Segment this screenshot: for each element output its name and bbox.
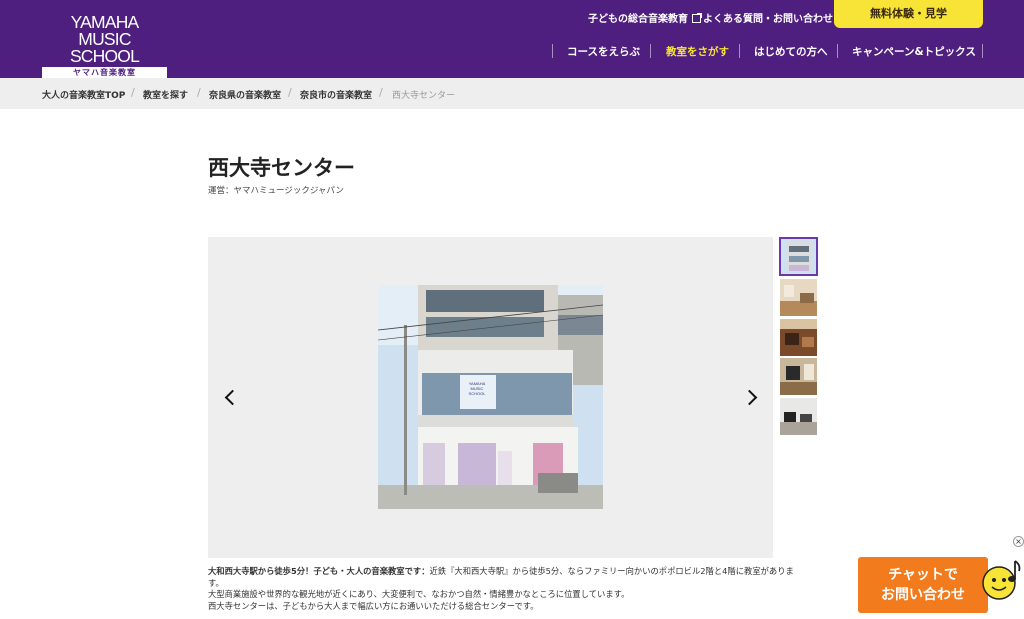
- breadcrumb-find-school[interactable]: 教室を探す: [143, 88, 188, 101]
- description-text3: 西大寺センターは、子どもから大人まで幅広い方にお通いいただける総合センターです。: [208, 600, 539, 611]
- operator-text: 運営：ヤマハミュージックジャパン: [208, 186, 344, 196]
- thumbnail-exterior[interactable]: [779, 237, 818, 276]
- external-link-icon: [692, 13, 702, 23]
- chat-line1: チャットで: [888, 567, 958, 583]
- logo-line2: MUSIC SCHOOL: [69, 29, 140, 66]
- chat-contact-button[interactable]: チャットで お問い合わせ: [858, 557, 988, 613]
- breadcrumb-current: 西大寺センター: [392, 91, 456, 101]
- yamaha-music-school-logo[interactable]: YAMAHA MUSIC SCHOOL ヤマハ音楽教室: [42, 13, 167, 78]
- thumbnail-room-1[interactable]: [780, 319, 817, 356]
- chat-close-icon[interactable]: ×: [1013, 536, 1024, 547]
- page-title: 西大寺センター: [208, 156, 355, 180]
- nav-divider: [837, 44, 838, 58]
- school-description: 大和西大寺駅から徒歩5分！子ども・大人の音楽教室です：近鉄『大和西大寺駅』から徒…: [208, 566, 808, 612]
- nav-divider: [739, 44, 740, 58]
- util-link-kids-education[interactable]: 子どもの総合音楽教育: [588, 10, 702, 25]
- building-photo: YAMAHA MUSIC SCHOOL: [378, 285, 603, 509]
- chevron-left-icon[interactable]: [220, 387, 240, 407]
- nav-find-school[interactable]: 教室をさがす: [666, 44, 729, 58]
- sign-text: YAMAHA MUSIC SCHOOL: [468, 381, 486, 396]
- breadcrumb-separator: /: [288, 86, 292, 99]
- site-header: YAMAHA MUSIC SCHOOL ヤマハ音楽教室 子どもの総合音楽教育 よ…: [0, 0, 1024, 78]
- nav-divider: [552, 44, 553, 58]
- description-lead: 大和西大寺駅から徒歩5分！子ども・大人の音楽教室です：: [208, 566, 430, 576]
- util-link-label: 子どもの総合音楽教育: [588, 14, 688, 25]
- photo-gallery: YAMAHA MUSIC SCHOOL: [208, 237, 773, 558]
- free-trial-button[interactable]: 無料体験・見学: [834, 0, 983, 28]
- nav-divider: [982, 44, 983, 58]
- nav-first-time[interactable]: はじめての方へ: [754, 44, 828, 58]
- logo-sub: ヤマハ音楽教室: [42, 67, 167, 78]
- thumbnail-room-2[interactable]: [780, 358, 817, 395]
- thumbnail-lobby[interactable]: [780, 279, 817, 316]
- breadcrumb-separator: /: [379, 86, 383, 99]
- building-illustration: [378, 285, 603, 509]
- breadcrumb: 大人の音楽教室TOP / 教室を探す / 奈良県の音楽教室 / 奈良市の音楽教室…: [0, 78, 1024, 109]
- nav-choose-course[interactable]: コースをえらぶ: [567, 44, 640, 58]
- breadcrumb-separator: /: [197, 86, 201, 99]
- breadcrumb-separator: /: [131, 86, 135, 99]
- thumbnail-room-3[interactable]: [780, 398, 817, 435]
- breadcrumb-nara-city[interactable]: 奈良市の音楽教室: [300, 88, 372, 101]
- chevron-right-icon[interactable]: [741, 387, 761, 407]
- util-link-faq-contact[interactable]: よくある質問・お問い合わせ: [703, 10, 833, 25]
- description-text2: 大型商業施設や世界的な観光地が近くにあり、大変便利で、なおかつ自然・情緒豊かなと…: [208, 589, 630, 599]
- breadcrumb-adult-top[interactable]: 大人の音楽教室TOP: [42, 88, 125, 101]
- nav-divider: [650, 44, 651, 58]
- chat-line2: お問い合わせ: [881, 587, 965, 603]
- breadcrumb-nara-pref[interactable]: 奈良県の音楽教室: [209, 88, 281, 101]
- mascot-icon[interactable]: [979, 555, 1024, 611]
- nav-campaign-topics[interactable]: キャンペーン&トピックス: [852, 44, 976, 58]
